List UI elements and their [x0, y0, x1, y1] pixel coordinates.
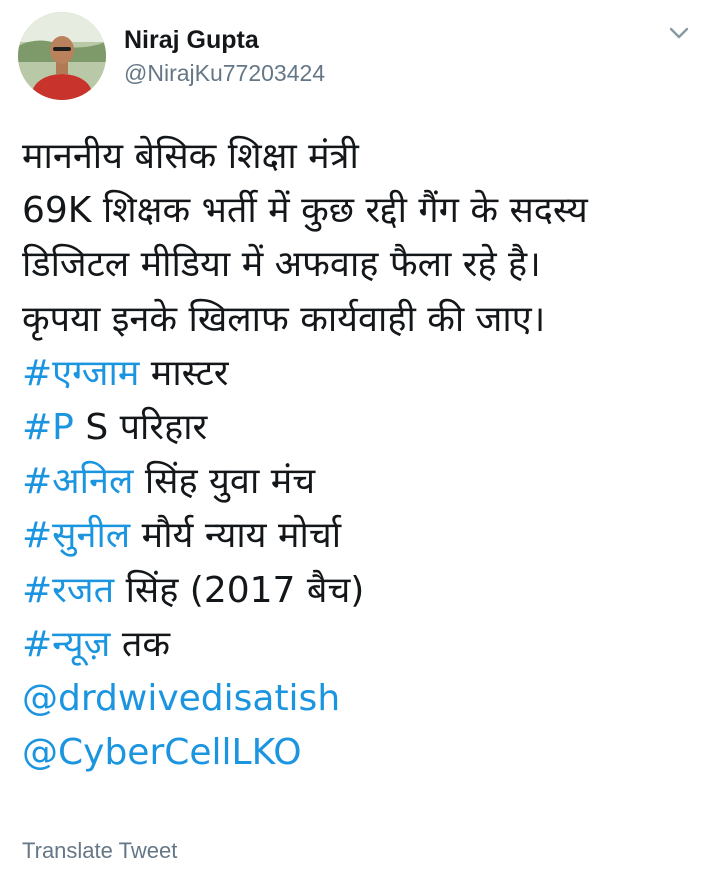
hashtag-line: #P S परिहार — [22, 401, 712, 455]
tweet-line: कृपया इनके खिलाफ कार्यवाही की जाए। — [22, 298, 546, 340]
hashtag-line-text: सिंह (2017 बैच) — [114, 569, 365, 611]
tweet-line: डिजिटल मीडिया में अफवाह फैला रहे है। — [22, 244, 541, 286]
tweet-line: माननीय बेसिक शिक्षा मंत्री — [22, 136, 359, 177]
author-display-name[interactable]: Niraj Gupta — [124, 26, 259, 55]
hashtag-line: #एग्जाम मास्टर — [22, 347, 712, 401]
mention-line: @drdwivedisatish — [22, 672, 712, 726]
mention-link[interactable]: @drdwivedisatish — [22, 678, 340, 719]
hashtag-line: #न्यूज़ तक — [22, 618, 712, 672]
hashtag-link[interactable]: #सुनील — [22, 515, 130, 556]
hashtag-line-text: सिंह युवा मंच — [133, 461, 316, 503]
hashtag-link[interactable]: #एग्जाम — [22, 353, 139, 394]
hashtag-line-text: तक — [110, 623, 171, 665]
avatar[interactable] — [18, 12, 106, 100]
avatar-image — [18, 12, 106, 100]
tweet-line: 69K शिक्षक भर्ती में कुछ रद्दी गैंग के स… — [22, 190, 588, 232]
tweet-card: Niraj Gupta @NirajKu77203424 माननीय बेसि… — [0, 0, 720, 884]
hashtag-link[interactable]: #रजत — [22, 570, 114, 611]
chevron-down-icon[interactable] — [666, 22, 692, 44]
tweet-text: माननीय बेसिक शिक्षा मंत्री 69K शिक्षक भर… — [22, 130, 712, 780]
mention-line: @CyberCellLKO — [22, 726, 712, 780]
hashtag-link[interactable]: #न्यूज़ — [22, 624, 110, 665]
hashtag-line: #सुनील मौर्य न्याय मोर्चा — [22, 509, 712, 563]
hashtag-line: #रजत सिंह (2017 बैच) — [22, 564, 712, 618]
hashtag-link[interactable]: #अनिल — [22, 461, 133, 502]
hashtag-line-text: S परिहार — [73, 406, 208, 448]
translate-tweet-link[interactable]: Translate Tweet — [22, 838, 177, 864]
author-handle[interactable]: @NirajKu77203424 — [124, 60, 325, 87]
hashtag-line-text: मौर्य न्याय मोर्चा — [130, 515, 342, 557]
hashtag-line: #अनिल सिंह युवा मंच — [22, 455, 712, 509]
mention-link[interactable]: @CyberCellLKO — [22, 732, 302, 773]
tweet-header: Niraj Gupta @NirajKu77203424 — [18, 12, 702, 102]
hashtag-line-text: मास्टर — [139, 352, 229, 394]
hashtag-link[interactable]: #P — [22, 407, 74, 448]
